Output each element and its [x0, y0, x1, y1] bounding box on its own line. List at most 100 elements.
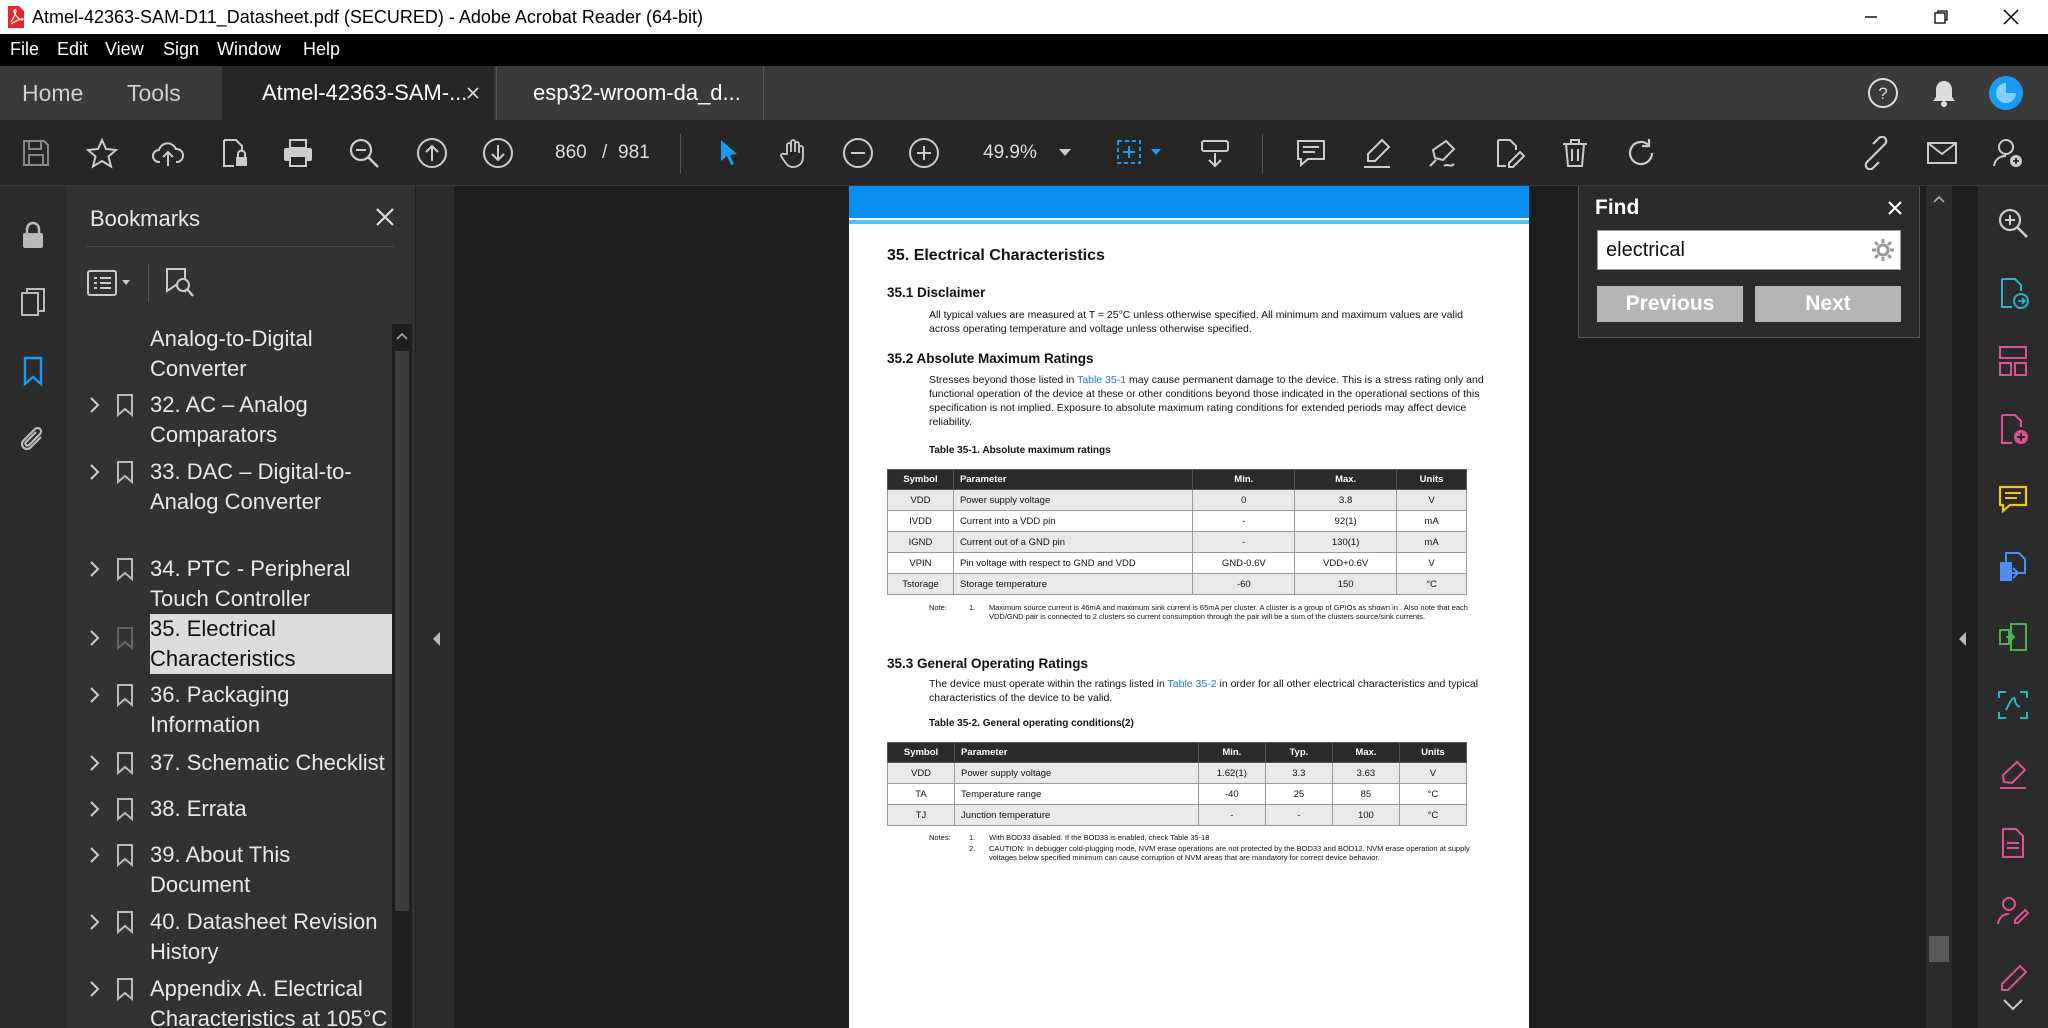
search-tool-button[interactable] — [1990, 200, 2036, 246]
table-cell: Current into a VDD pin — [952, 510, 1194, 532]
bookmark-options-icon[interactable] — [86, 268, 134, 298]
help-icon[interactable]: ? — [1866, 76, 1900, 110]
find-next-button[interactable]: Next — [1755, 286, 1901, 322]
menu-help[interactable]: Help — [303, 39, 340, 60]
chevron-right-icon[interactable] — [84, 753, 104, 773]
request-signatures-tool-button[interactable] — [1990, 888, 2036, 934]
menu-file[interactable]: File — [10, 39, 39, 60]
restore-button[interactable] — [1912, 0, 1970, 34]
chevron-right-icon[interactable] — [84, 628, 104, 648]
left-panel-collapse-strip[interactable] — [416, 186, 454, 1028]
create-pdf-tool-button[interactable] — [1990, 406, 2036, 452]
menu-edit[interactable]: Edit — [57, 39, 88, 60]
scroll-mode-button[interactable] — [1190, 120, 1240, 186]
tab-home[interactable]: Home — [22, 66, 83, 120]
zoom-search-button[interactable] — [339, 120, 389, 186]
rotate-button[interactable] — [1616, 120, 1666, 186]
scrollbar-thumb[interactable] — [1929, 936, 1949, 962]
chevron-right-icon[interactable] — [84, 559, 104, 579]
zoom-in-button[interactable] — [899, 120, 949, 186]
absolute-max-ratings-table: Symbol Parameter Min. Max. Units VDD Powe… — [887, 469, 1467, 595]
menu-sign[interactable]: Sign — [163, 39, 199, 60]
document-tab-active[interactable]: Atmel-42363-SAM-... — [222, 66, 494, 120]
chevron-right-icon[interactable] — [84, 799, 104, 819]
tab-tools[interactable]: Tools — [127, 66, 181, 120]
chevron-right-icon[interactable] — [84, 979, 104, 999]
upload-cloud-button[interactable] — [143, 120, 193, 186]
table-cell: - — [1264, 804, 1333, 826]
organize-pages-tool-button[interactable] — [1990, 338, 2036, 384]
marquee-zoom-button[interactable] — [1105, 120, 1155, 186]
share-user-button[interactable] — [1983, 120, 2033, 186]
scrollbar-thumb[interactable] — [395, 351, 409, 911]
export-pdf-tool-button[interactable] — [1990, 270, 2036, 316]
scroll-up-arrow-icon[interactable] — [395, 330, 409, 342]
hand-tool-button[interactable] — [769, 120, 819, 186]
share-link-button[interactable] — [1851, 120, 1901, 186]
protect-file-button[interactable] — [209, 120, 259, 186]
close-icon[interactable] — [370, 202, 400, 232]
combine-files-tool-button[interactable] — [1990, 544, 2036, 590]
comment-button[interactable] — [1286, 120, 1336, 186]
delete-button[interactable] — [1550, 120, 1600, 186]
close-icon — [2003, 9, 2019, 25]
menu-window[interactable]: Window — [217, 39, 281, 60]
bookmarks-panel-button[interactable] — [8, 346, 58, 396]
collapse-left-arrow-icon[interactable] — [430, 630, 442, 648]
account-avatar-icon[interactable] — [1988, 75, 2024, 111]
page-thumbnails-button[interactable] — [8, 277, 58, 327]
table-link[interactable]: Table 35-2 — [1168, 678, 1217, 690]
paperclip-icon — [20, 426, 43, 451]
minimize-button[interactable] — [1842, 0, 1900, 34]
security-button[interactable] — [8, 210, 58, 260]
save-button[interactable] — [11, 120, 61, 186]
chevron-down-icon[interactable] — [1150, 148, 1162, 157]
svg-text:?: ? — [1878, 84, 1887, 103]
toolbar-divider — [680, 134, 681, 174]
expand-right-panel-arrow-icon[interactable] — [1956, 630, 1968, 648]
table-cell: V — [1396, 552, 1467, 574]
document-vertical-scrollbar[interactable] — [1926, 186, 1952, 1028]
chevron-right-icon[interactable] — [84, 395, 104, 415]
find-search-input[interactable] — [1604, 235, 1854, 265]
chevron-right-icon[interactable] — [84, 912, 104, 932]
print-button[interactable] — [273, 120, 323, 186]
notifications-bell-icon[interactable] — [1928, 77, 1960, 109]
pdf-page[interactable]: 35. Electrical Characteristics 35.1 Disc… — [849, 186, 1529, 1028]
chevron-right-icon[interactable] — [84, 685, 104, 705]
highlight-button[interactable] — [1352, 120, 1402, 186]
bookmark-star-button[interactable] — [77, 120, 127, 186]
table-link[interactable]: Table 35-1 — [1077, 374, 1126, 386]
fill-sign-tool-button[interactable] — [1990, 752, 2036, 798]
protect-tool-button[interactable] — [1990, 820, 2036, 866]
zoom-level-select[interactable]: 49.9% — [983, 142, 1037, 164]
scroll-up-arrow-icon[interactable] — [1932, 194, 1946, 204]
chevron-down-icon[interactable] — [2002, 998, 2024, 1012]
chevron-down-icon[interactable] — [1058, 148, 1072, 158]
scan-ocr-tool-button[interactable] — [1990, 682, 2036, 728]
close-icon[interactable] — [1881, 194, 1909, 222]
zoom-out-button[interactable] — [833, 120, 883, 186]
chevron-right-icon[interactable] — [84, 845, 104, 865]
edit-tool-button[interactable] — [1990, 956, 2036, 1002]
chevron-right-icon[interactable] — [84, 462, 104, 482]
find-previous-button[interactable]: Previous — [1597, 286, 1743, 322]
close-window-button[interactable] — [1982, 0, 2040, 34]
next-page-button[interactable] — [473, 120, 523, 186]
menu-view[interactable]: View — [105, 39, 144, 60]
document-tab[interactable]: esp32-wroom-da_d... — [496, 66, 764, 120]
email-button[interactable] — [1917, 120, 1967, 186]
current-page-input[interactable]: 860 — [555, 142, 587, 164]
bookmark-icon — [23, 356, 43, 387]
close-tab-icon[interactable] — [466, 86, 480, 100]
comment-tool-button[interactable] — [1990, 476, 2036, 522]
find-bookmark-icon[interactable] — [162, 266, 196, 300]
previous-page-button[interactable] — [407, 120, 457, 186]
edit-pdf-button[interactable] — [1484, 120, 1534, 186]
attachments-button[interactable] — [8, 415, 58, 465]
fill-sign-button[interactable] — [1418, 120, 1468, 186]
select-tool-button[interactable] — [703, 120, 753, 186]
gear-icon[interactable] — [1870, 237, 1896, 263]
bookmarks-panel: Bookmarks Analog-to-Digital Converter 32… — [66, 186, 416, 1028]
compress-pdf-tool-button[interactable] — [1990, 614, 2036, 660]
